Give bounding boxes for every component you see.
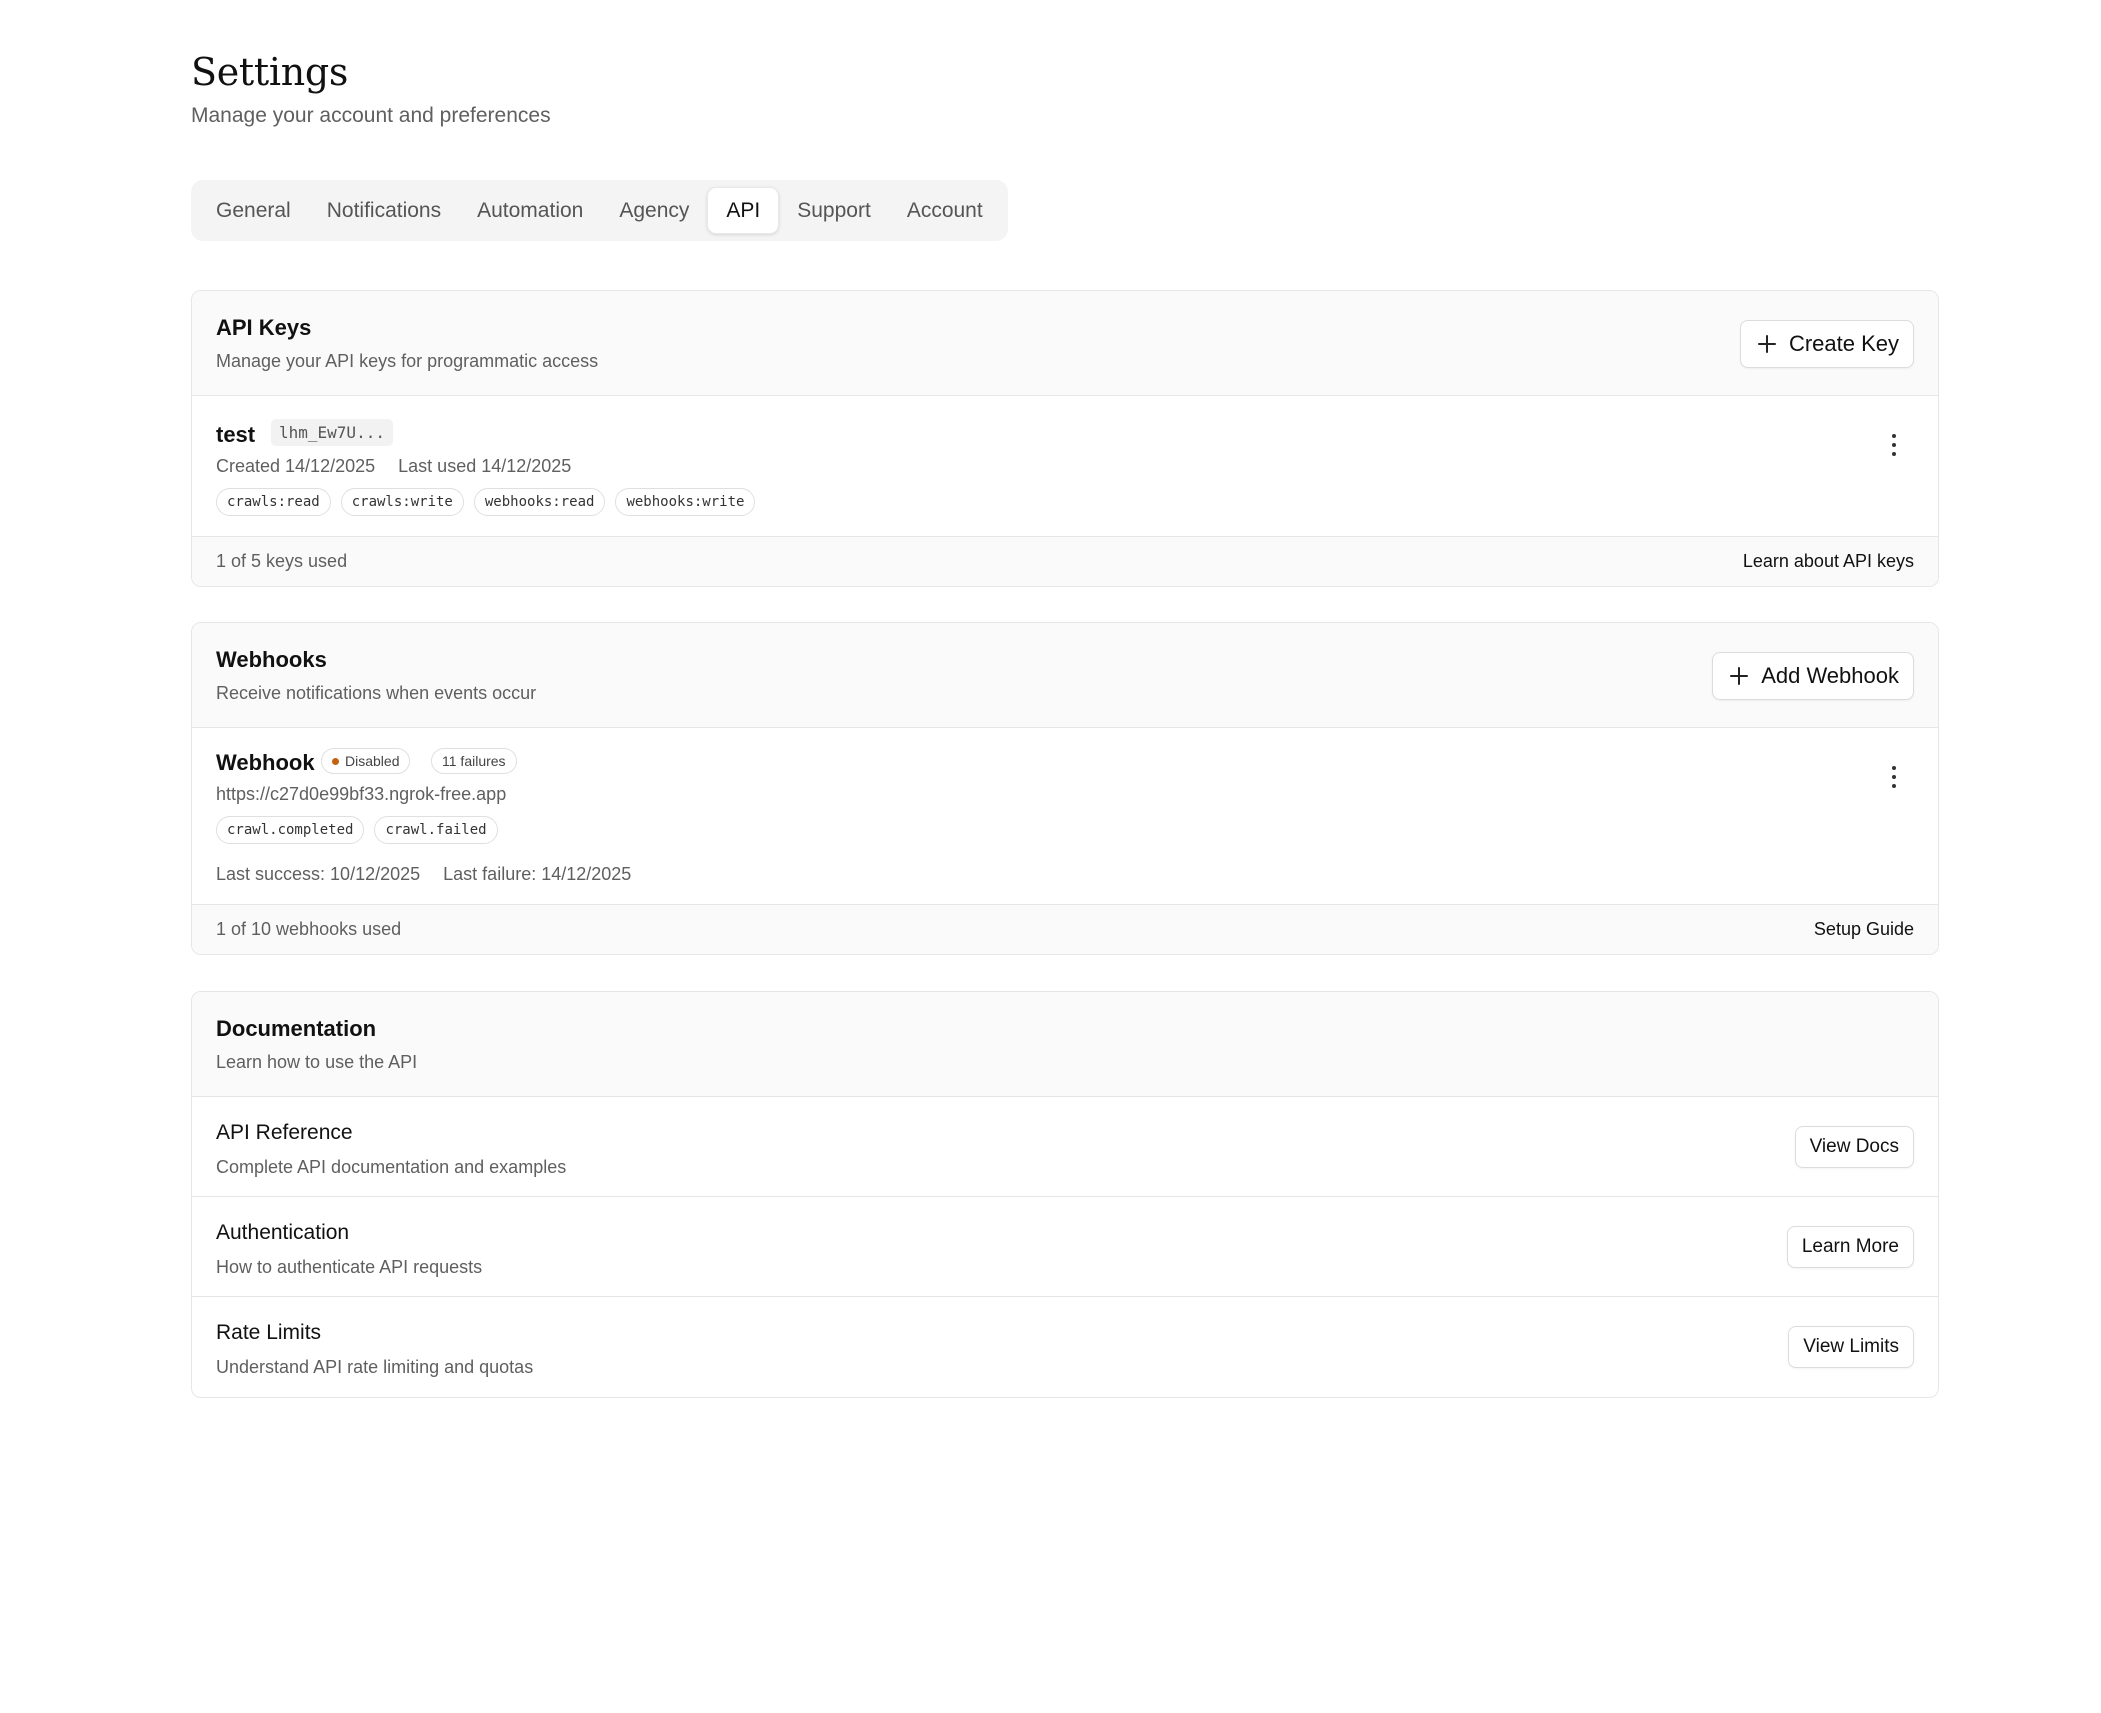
api-keys-card: API Keys Manage your API keys for progra… xyxy=(191,290,1939,587)
tab-agency[interactable]: Agency xyxy=(601,187,707,234)
api-keys-header: API Keys Manage your API keys for progra… xyxy=(192,291,1938,396)
api-key-row: test lhm_Ew7U... Created 14/12/2025 Last… xyxy=(192,396,1938,537)
doc-item-title: Rate Limits xyxy=(216,1321,322,1344)
webhooks-card: Webhooks Receive notifications when even… xyxy=(191,622,1939,955)
doc-item-description: How to authenticate API requests xyxy=(216,1257,483,1277)
scope-chip: webhooks:read xyxy=(473,488,606,516)
settings-tabs: General Notifications Automation Agency … xyxy=(191,180,1008,241)
documentation-description: Learn how to use the API xyxy=(216,1052,418,1072)
event-chip: crawl.failed xyxy=(374,816,498,844)
webhook-history: Last success: 10/12/2025 Last failure: 1… xyxy=(216,864,649,885)
api-key-created: Created 14/12/2025 xyxy=(216,456,376,476)
page-subtitle: Manage your account and preferences xyxy=(191,104,551,127)
doc-item-api-reference: API Reference Complete API documentation… xyxy=(192,1097,1938,1197)
setup-guide-link[interactable]: Setup Guide xyxy=(1814,919,1914,940)
api-key-name: test xyxy=(216,422,256,447)
status-label: Disabled xyxy=(345,753,400,769)
webhooks-description: Receive notifications when events occur xyxy=(216,683,537,703)
webhooks-header: Webhooks Receive notifications when even… xyxy=(192,623,1938,728)
documentation-title: Documentation xyxy=(216,1016,377,1041)
tab-automation[interactable]: Automation xyxy=(459,187,601,234)
doc-item-rate-limits: Rate Limits Understand API rate limiting… xyxy=(192,1297,1938,1397)
webhooks-footer: 1 of 10 webhooks used Setup Guide xyxy=(192,905,1938,954)
tab-general[interactable]: General xyxy=(198,187,309,234)
status-badge: Disabled xyxy=(321,748,411,774)
api-key-meta: Created 14/12/2025 Last used 14/12/2025 xyxy=(216,456,589,477)
create-key-label: Create Key xyxy=(1788,331,1899,356)
status-dot xyxy=(332,757,339,765)
webhooks-title: Webhooks xyxy=(216,647,327,672)
documentation-header: Documentation Learn how to use the API xyxy=(192,992,1938,1097)
more-vertical-icon[interactable] xyxy=(1890,434,1898,456)
api-keys-usage: 1 of 5 keys used xyxy=(216,551,348,571)
tab-api[interactable]: API xyxy=(707,187,780,234)
doc-item-description: Understand API rate limiting and quotas xyxy=(216,1357,534,1377)
tab-account[interactable]: Account xyxy=(889,187,1001,234)
event-chip: crawl.completed xyxy=(216,816,365,844)
create-key-button[interactable]: Create Key xyxy=(1739,320,1914,368)
webhook-events: crawl.completed crawl.failed xyxy=(216,816,498,844)
tab-notifications[interactable]: Notifications xyxy=(309,187,459,234)
add-webhook-label: Add Webhook xyxy=(1761,663,1899,688)
more-vertical-icon[interactable] xyxy=(1890,766,1898,788)
page-title: Settings xyxy=(191,50,349,94)
doc-item-description: Complete API documentation and examples xyxy=(216,1157,567,1177)
webhooks-usage: 1 of 10 webhooks used xyxy=(216,919,402,939)
tab-support[interactable]: Support xyxy=(779,187,889,234)
last-success: Last success: 10/12/2025 xyxy=(216,864,421,884)
webhook-url: https://c27d0e99bf33.ngrok-free.app xyxy=(216,784,507,804)
scope-chip: webhooks:write xyxy=(615,488,756,516)
scope-chip: crawls:read xyxy=(216,488,331,516)
add-webhook-button[interactable]: Add Webhook xyxy=(1712,652,1914,700)
documentation-card: Documentation Learn how to use the API A… xyxy=(191,991,1939,1398)
api-keys-footer: 1 of 5 keys used Learn about API keys xyxy=(192,537,1938,586)
webhook-row: Webhook Disabled 11 failures https://c27… xyxy=(192,728,1938,905)
learn-api-keys-link[interactable]: Learn about API keys xyxy=(1743,551,1914,572)
webhook-name: Webhook xyxy=(216,750,315,775)
view-limits-button[interactable]: View Limits xyxy=(1788,1326,1914,1368)
api-keys-title: API Keys xyxy=(216,315,312,340)
api-key-prefix: lhm_Ew7U... xyxy=(271,419,393,446)
doc-item-title: API Reference xyxy=(216,1121,353,1144)
last-failure: Last failure: 14/12/2025 xyxy=(443,864,632,884)
plus-icon xyxy=(1729,666,1749,686)
failures-badge: 11 failures xyxy=(431,748,517,774)
api-keys-description: Manage your API keys for programmatic ac… xyxy=(216,351,599,371)
view-docs-button[interactable]: View Docs xyxy=(1794,1126,1914,1168)
doc-item-authentication: Authentication How to authenticate API r… xyxy=(192,1197,1938,1297)
scope-chip: crawls:write xyxy=(340,488,464,516)
api-key-scopes: crawls:read crawls:write webhooks:read w… xyxy=(216,488,756,516)
api-key-last-used: Last used 14/12/2025 xyxy=(398,456,572,476)
doc-item-title: Authentication xyxy=(216,1221,350,1244)
plus-icon xyxy=(1757,334,1777,354)
learn-more-button[interactable]: Learn More xyxy=(1786,1226,1914,1268)
